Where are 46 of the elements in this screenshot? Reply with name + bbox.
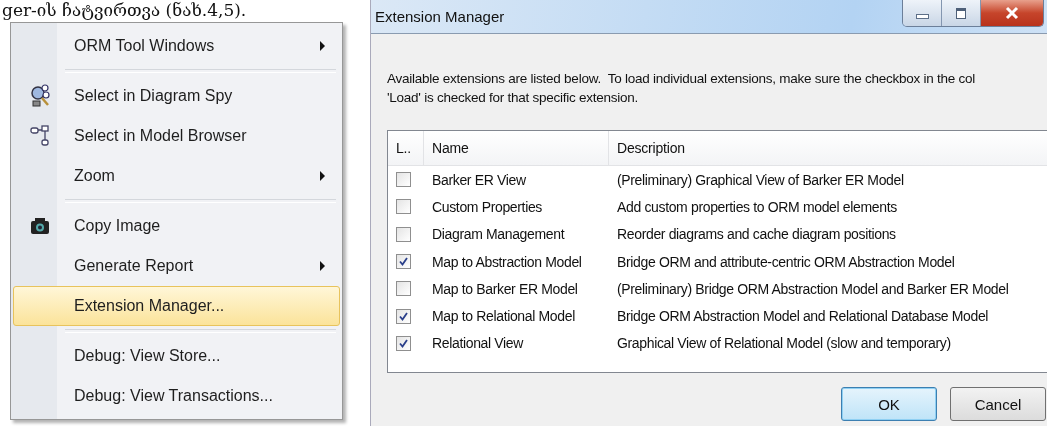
load-checkbox[interactable]	[396, 254, 411, 270]
menu-item[interactable]: Select in Diagram Spy	[13, 76, 340, 116]
table-cell-text: Relational View	[431, 335, 525, 352]
column-header[interactable]: Name	[424, 131, 609, 165]
document-text: ger-ის ჩატვირთვა (ნახ.4,5).	[1, 0, 248, 20]
table-cell-text: Barker ER View	[431, 171, 527, 188]
table-cell-text: Bridge ORM and attribute-centric ORM Abstraction Model	[616, 253, 956, 270]
table-cell-text: Map to Relational Model	[431, 308, 576, 325]
column-header[interactable]: L..	[388, 131, 424, 165]
table-cell-text: (Preliminary) Bridge ORM Abstraction Model and Barker ER Model	[616, 280, 1010, 297]
menu-item[interactable]: Copy Image	[13, 206, 340, 246]
menu-item[interactable]: Select in Model Browser	[13, 116, 340, 156]
table-cell-text: Add custom properties to ORM model elements	[616, 198, 898, 215]
ok-button[interactable]: OK	[841, 387, 937, 421]
menu-item[interactable]: Zoom	[13, 156, 340, 196]
menu-item[interactable]: Debug: View Store...	[13, 336, 340, 376]
menu-item[interactable]: Generate Report	[13, 246, 340, 286]
instruction-text: Available extensions are listed below. To load individual extensions, make sure the checkbox in the col	[387, 70, 977, 88]
window-title: Extension Manager	[374, 7, 505, 25]
menu-item[interactable]: Debug: View Transactions...	[13, 376, 340, 416]
maximize-button[interactable]	[942, 0, 981, 26]
table-cell-text: Map to Barker ER Model	[431, 280, 579, 297]
table-cell-text: Graphical View of Relational Model (slow and temporary)	[616, 335, 952, 352]
menu-item[interactable]: Extension Manager...	[13, 286, 340, 326]
load-checkbox[interactable]	[396, 172, 411, 188]
minimize-button[interactable]	[903, 0, 942, 26]
instruction-text: 'Load' is checked for that specific extension.	[387, 89, 640, 107]
diagram-magnifier-icon	[30, 84, 50, 108]
table-cell-text: (Preliminary) Graphical View of Barker ER Model	[616, 171, 905, 188]
table-cell-text: Diagram Management	[431, 226, 566, 243]
camera-icon	[30, 217, 50, 235]
close-icon	[1004, 6, 1020, 20]
column-header[interactable]: Description	[609, 131, 1047, 165]
tree-nodes-icon	[30, 124, 50, 148]
table-cell-text: Custom Properties	[431, 198, 543, 215]
load-checkbox[interactable]	[396, 199, 411, 215]
load-checkbox[interactable]	[396, 308, 411, 324]
cancel-button[interactable]: Cancel	[950, 387, 1046, 421]
menu-item[interactable]: ORM Tool Windows	[13, 26, 340, 66]
table-cell-text: Bridge ORM Abstraction Model and Relational Database Model	[616, 308, 990, 325]
load-checkbox[interactable]	[396, 335, 411, 351]
table-cell-text: Reorder diagrams and cache diagram positions	[616, 226, 897, 243]
load-checkbox[interactable]	[396, 226, 411, 242]
table-cell-text: Map to Abstraction Model	[431, 253, 583, 270]
load-checkbox[interactable]	[396, 281, 411, 297]
close-button[interactable]	[981, 0, 1043, 26]
